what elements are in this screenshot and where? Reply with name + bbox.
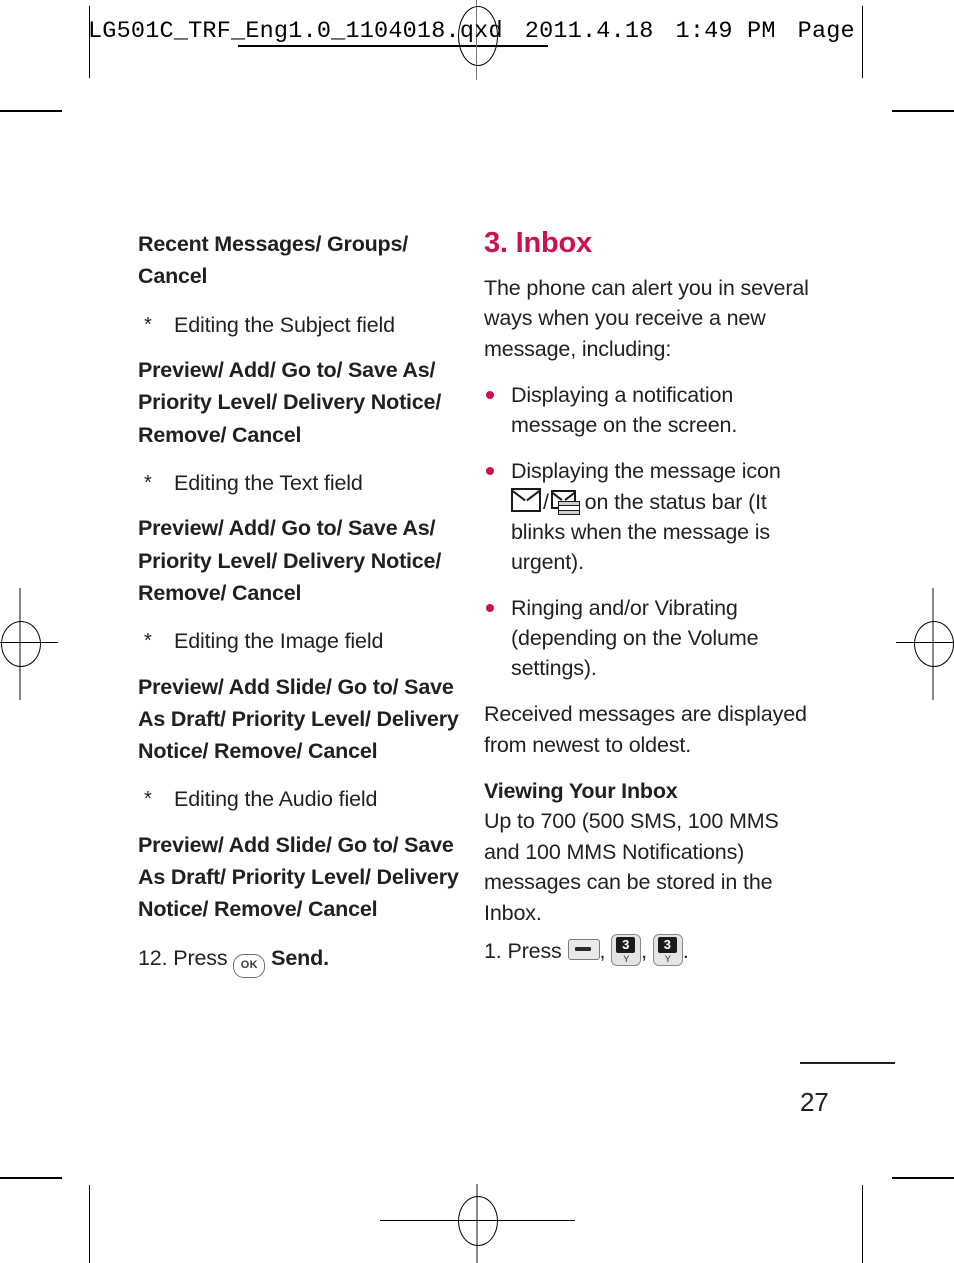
step-1-period: . — [682, 939, 689, 964]
bullet-label: Ringing and/or Vibrating (depending on t… — [511, 595, 759, 681]
page-number: 27 — [800, 1087, 829, 1117]
asterisk-marker: * — [144, 788, 152, 811]
bullet-notification-message: Displaying a notification message on the… — [484, 380, 814, 440]
bullet-message-icon: Displaying the message icon / on the sta… — [484, 456, 814, 576]
sms-envelope-icon — [511, 487, 541, 512]
folio-rule — [800, 1062, 895, 1064]
bullet-dot-icon — [486, 467, 494, 476]
keypad-key-number: 3 — [657, 937, 677, 954]
soft-key-dash-icon — [567, 939, 600, 961]
icon-separator: / — [543, 489, 549, 514]
menu-options-subject: Preview/ Add/ Go to/ Save As/ Priority L… — [138, 358, 442, 447]
bullet-dot-icon — [486, 391, 494, 400]
right-text-column: 3. Inbox The phone can alert you in seve… — [484, 228, 814, 967]
keypad-key-number: 3 — [616, 937, 636, 954]
received-messages-note: Received messages are displayed from new… — [484, 702, 807, 757]
keypad-key-sublabel: Y — [664, 954, 671, 965]
step-12-send: 12. Press OK Send. — [138, 943, 468, 978]
step-12-prefix: 12. Press — [138, 945, 228, 970]
bullet-label-before: Displaying the message icon — [511, 459, 781, 484]
mms-envelope-icon — [550, 489, 580, 515]
page-title: 3. Inbox — [484, 227, 592, 259]
asterisk-marker: * — [144, 313, 152, 336]
step-1-comma-2: , — [641, 939, 647, 964]
star-item-label: Editing the Image field — [174, 629, 384, 654]
step-1-comma-1: , — [599, 939, 606, 964]
asterisk-marker: * — [144, 471, 152, 494]
star-item-label: Editing the Audio field — [174, 787, 378, 812]
keypad-key-3-icon-second: 3 Y — [652, 934, 683, 967]
bullet-ringing-vibrating: Ringing and/or Vibrating (depending on t… — [484, 593, 814, 683]
star-item-audio-field: * Editing the Audio field — [138, 784, 468, 815]
step-12-suffix: Send. — [271, 945, 329, 970]
menu-options-text: Preview/ Add/ Go to/ Save As/ Priority L… — [138, 516, 442, 605]
menu-options-image: Preview/ Add Slide/ Go to/ Save As Draft… — [138, 674, 459, 764]
menu-options-recipient: Recent Messages/ Groups/ Cancel — [138, 232, 409, 289]
ok-key-icon: OK — [233, 953, 266, 978]
inbox-capacity-note: Up to 700 (500 SMS, 100 MMS and 100 MMS … — [484, 809, 779, 925]
star-item-text-field: * Editing the Text field — [138, 468, 468, 499]
bullet-label: Displaying a notification message on the… — [511, 383, 738, 438]
star-item-subject-field: * Editing the Subject field — [138, 310, 468, 341]
manual-page-body: Recent Messages/ Groups/ Cancel * Editin… — [0, 0, 954, 1263]
asterisk-marker: * — [144, 630, 152, 653]
left-text-column: Recent Messages/ Groups/ Cancel * Editin… — [138, 228, 468, 978]
star-item-label: Editing the Subject field — [174, 312, 395, 337]
intro-paragraph: The phone can alert you in several ways … — [484, 275, 809, 361]
bullet-dot-icon — [486, 603, 494, 612]
menu-options-audio: Preview/ Add Slide/ Go to/ Save As Draft… — [138, 832, 459, 922]
sub-heading-viewing-your-inbox: Viewing Your Inbox — [484, 779, 678, 804]
keypad-key-sublabel: Y — [623, 954, 630, 965]
step-1-prefix: 1. Press — [484, 939, 562, 964]
keypad-key-3-icon-first: 3 Y — [611, 934, 642, 967]
star-item-label: Editing the Text field — [174, 470, 363, 495]
star-item-image-field: * Editing the Image field — [138, 626, 468, 657]
step-1-press-keys: 1. Press , 3 Y , 3 Y . — [484, 934, 814, 967]
